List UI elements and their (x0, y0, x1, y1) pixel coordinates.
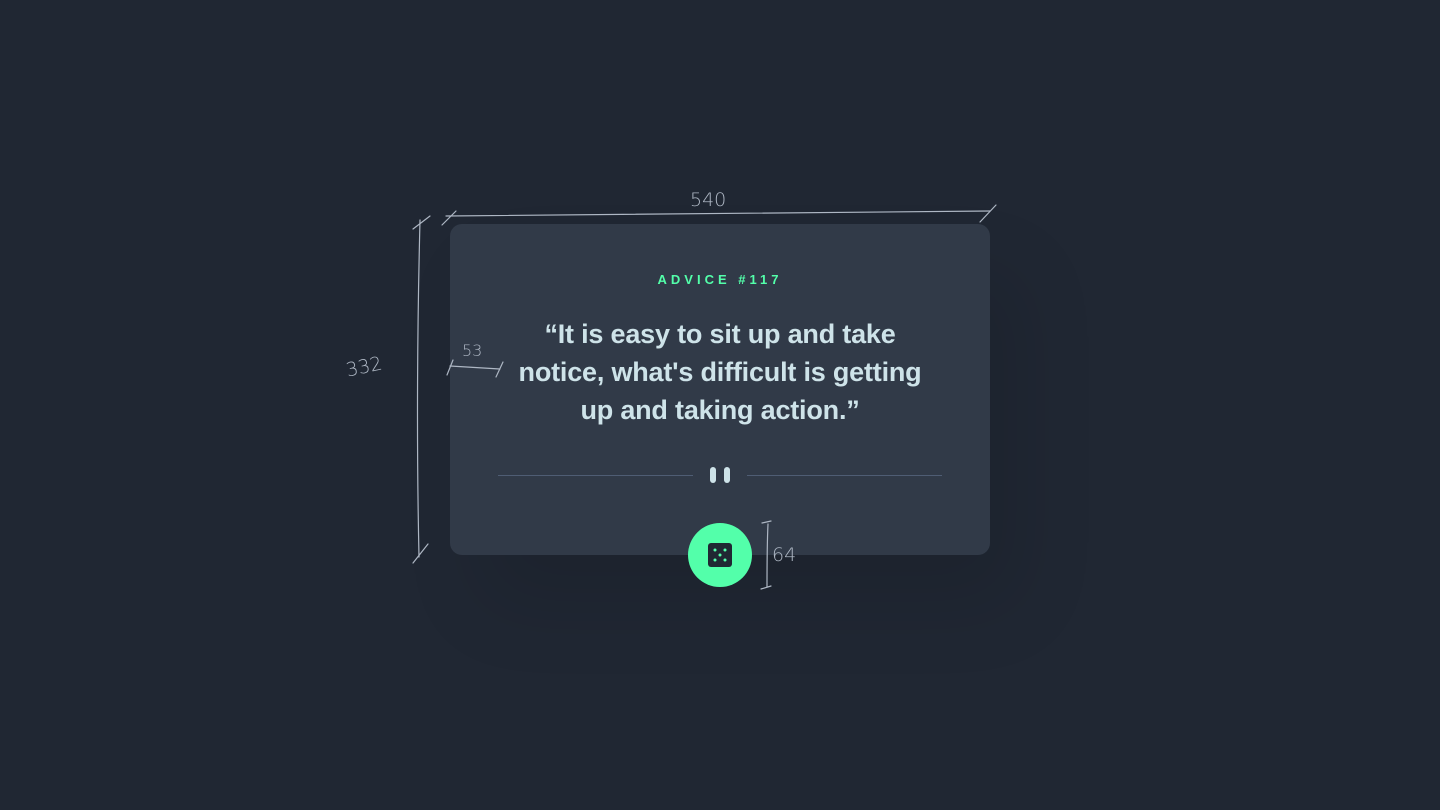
pause-icon-bar (710, 467, 716, 483)
padding-annotation-label: 53 (462, 341, 483, 360)
generate-advice-button[interactable] (688, 523, 752, 587)
button-size-annotation-label: 64 (772, 544, 797, 566)
page-stage: ADVICE #117 “It is easy to sit up and ta… (0, 0, 1440, 810)
advice-quote: “It is easy to sit up and take notice, w… (518, 319, 922, 425)
pattern-divider (498, 467, 942, 483)
pause-icon-bar (724, 467, 730, 483)
advice-card: ADVICE #117 “It is easy to sit up and ta… (450, 224, 990, 555)
divider-line-left (498, 475, 693, 476)
divider-line-right (747, 475, 942, 476)
advice-id-label: ADVICE #117 (657, 272, 783, 287)
pause-icon (710, 467, 730, 483)
dice-icon (708, 543, 732, 567)
width-annotation-label: 540 (690, 189, 727, 211)
height-annotation-label: 332 (344, 352, 385, 382)
